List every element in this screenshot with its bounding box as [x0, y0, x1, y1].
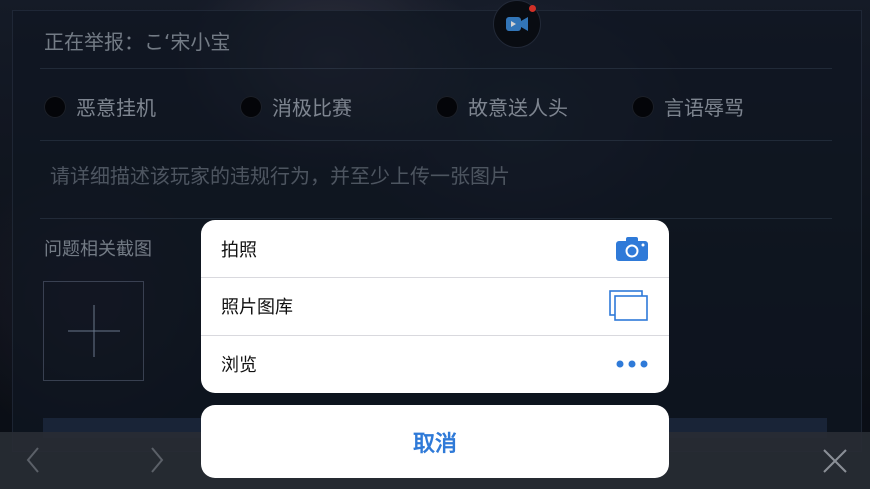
cancel-button[interactable]: 取消: [201, 405, 669, 478]
chevron-right-icon: [151, 447, 164, 473]
option-label: 拍照: [221, 239, 257, 261]
action-sheet: 拍照 照片图库 浏览: [201, 220, 669, 393]
close-icon: [823, 449, 847, 473]
option-label: 照片图库: [221, 297, 293, 318]
back-button[interactable]: [24, 446, 42, 478]
photo-library-option[interactable]: 照片图库: [201, 277, 669, 334]
close-button[interactable]: [820, 446, 850, 480]
more-icon: [616, 360, 648, 368]
photo-library-icon: [609, 290, 648, 321]
chevron-left-icon: [26, 447, 39, 473]
option-label: 浏览: [221, 355, 257, 376]
forward-button[interactable]: [148, 446, 166, 478]
camera-icon: [616, 236, 648, 261]
browse-option[interactable]: 浏览: [201, 335, 669, 392]
take-photo-option[interactable]: 拍照: [201, 220, 669, 277]
